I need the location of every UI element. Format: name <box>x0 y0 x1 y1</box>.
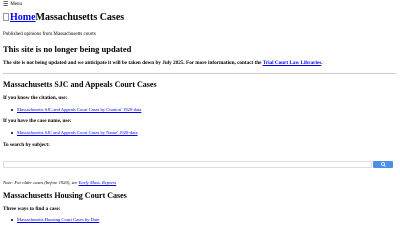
site-tagline: Published opinions from Massachusetts co… <box>3 32 96 37</box>
hamburger-icon: ☰ <box>3 2 9 8</box>
alert-message: The site is not being updated and we ant… <box>3 60 262 66</box>
list-item: Massachusetts SJC and Appeals Court Case… <box>3 107 141 113</box>
search-icon <box>380 162 386 167</box>
alert-heading: This site is no longer being updated <box>3 44 132 54</box>
broken-image-icon <box>3 13 9 21</box>
housing-list: Massachusetts Housing Court Cases by Dat… <box>3 217 99 223</box>
name-link[interactable]: Massachusetts SJC and Appeals Court Case… <box>17 130 138 135</box>
citation-heading: If you know the citation, use: <box>3 95 68 101</box>
menu-label: Menu <box>10 2 23 7</box>
early-reports-link[interactable]: Early Mass. Reports <box>79 180 117 185</box>
housing-section-title: Massachusetts Housing Court Cases <box>3 191 127 200</box>
law-libraries-link[interactable]: Trial Court Law Libraries <box>263 60 322 66</box>
alert-suffix: . <box>321 60 323 66</box>
home-logo-alt: Home <box>10 12 36 23</box>
sjc-section-title: Massachusetts SJC and Appeals Court Case… <box>3 80 157 89</box>
site-header: HomeMassachusetts Cases <box>3 12 124 24</box>
citation-list: Massachusetts SJC and Appeals Court Case… <box>3 107 141 113</box>
search-bar <box>3 160 393 169</box>
menu-button[interactable]: ☰ Menu <box>3 2 22 8</box>
housing-sub-heading: Three ways to find a case: <box>3 206 61 212</box>
housing-date-link[interactable]: Massachusetts Housing Court Cases by Dat… <box>17 217 99 222</box>
subject-heading: To search by subject: <box>3 142 50 148</box>
alert-text: The site is not being updated and we ant… <box>3 60 323 67</box>
citation-link[interactable]: Massachusetts SJC and Appeals Court Case… <box>17 107 141 112</box>
list-item: Massachusetts SJC and Appeals Court Case… <box>3 130 138 136</box>
list-item: Massachusetts Housing Court Cases by Dat… <box>3 217 99 223</box>
search-input[interactable] <box>3 161 372 168</box>
divider <box>3 73 396 74</box>
page: ☰ Menu HomeMassachusetts Cases Published… <box>0 0 400 225</box>
home-logo-link[interactable]: Home <box>3 12 36 23</box>
note-text: Note: For older cases (before 1920), see <box>3 180 78 185</box>
search-button[interactable] <box>373 161 393 168</box>
older-cases-note: Note: For older cases (before 1920), see… <box>3 180 116 186</box>
name-heading: If you have the case name, use: <box>3 118 72 124</box>
name-list: Massachusetts SJC and Appeals Court Case… <box>3 130 138 136</box>
site-title: Massachusetts Cases <box>35 12 125 23</box>
